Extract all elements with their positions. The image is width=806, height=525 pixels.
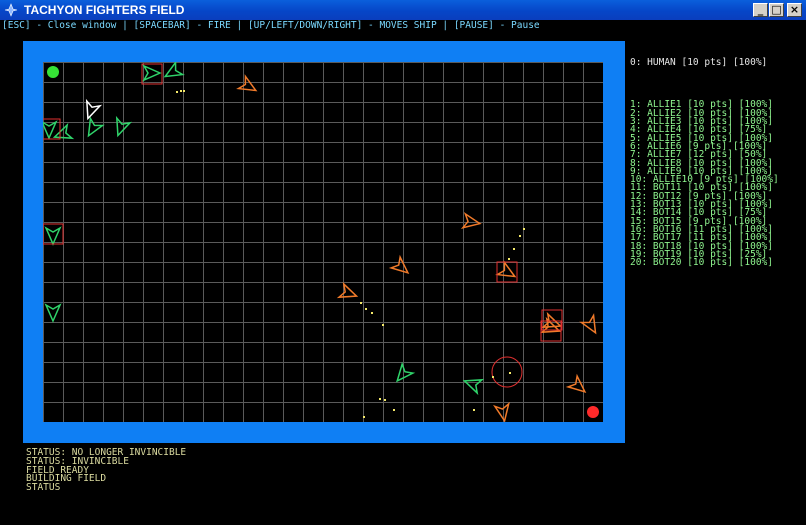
fighter-app-icon[interactable]	[4, 3, 18, 17]
enemy-base-marker	[587, 406, 599, 418]
maximize-button[interactable]: □	[769, 3, 784, 17]
bullet	[365, 308, 367, 310]
bullet	[519, 235, 521, 237]
window-title: TACHYON FIGHTERS FIELD	[24, 3, 185, 17]
bullet	[393, 409, 395, 411]
bullet	[183, 90, 185, 92]
bullet	[384, 399, 386, 401]
bullet	[473, 409, 475, 411]
bullet	[180, 90, 182, 92]
bullet	[513, 248, 515, 250]
bullet	[509, 372, 511, 374]
player-row: 20: BOT20 [10 pts] [100%]	[630, 257, 773, 269]
bullet	[492, 376, 494, 378]
bullet	[382, 324, 384, 326]
player-list: 0: HUMAN [10 pts] [100%] 1: ALLIE1 [10 p…	[630, 42, 779, 276]
bullet	[523, 228, 525, 230]
minimize-button[interactable]: _	[753, 3, 768, 17]
controls-help: [ESC] - Close window | [SPACEBAR] - FIRE…	[2, 20, 540, 31]
bullet	[363, 416, 365, 418]
status-line: STATUS	[26, 482, 61, 494]
status-log: STATUS: NO LONGER INVINCIBLE STATUS: INVI…	[26, 448, 186, 494]
game-field[interactable]	[43, 62, 603, 422]
bullet	[371, 312, 373, 314]
close-button[interactable]: ×	[787, 3, 802, 17]
player-human: 0: HUMAN [10 pts] [100%]	[630, 56, 768, 68]
bullet	[176, 91, 178, 93]
ally-base-marker	[47, 66, 59, 78]
title-bar[interactable]: TACHYON FIGHTERS FIELD _ □ ×	[0, 0, 806, 20]
bullet	[360, 302, 362, 304]
bullet	[508, 258, 510, 260]
bullet	[379, 398, 381, 400]
